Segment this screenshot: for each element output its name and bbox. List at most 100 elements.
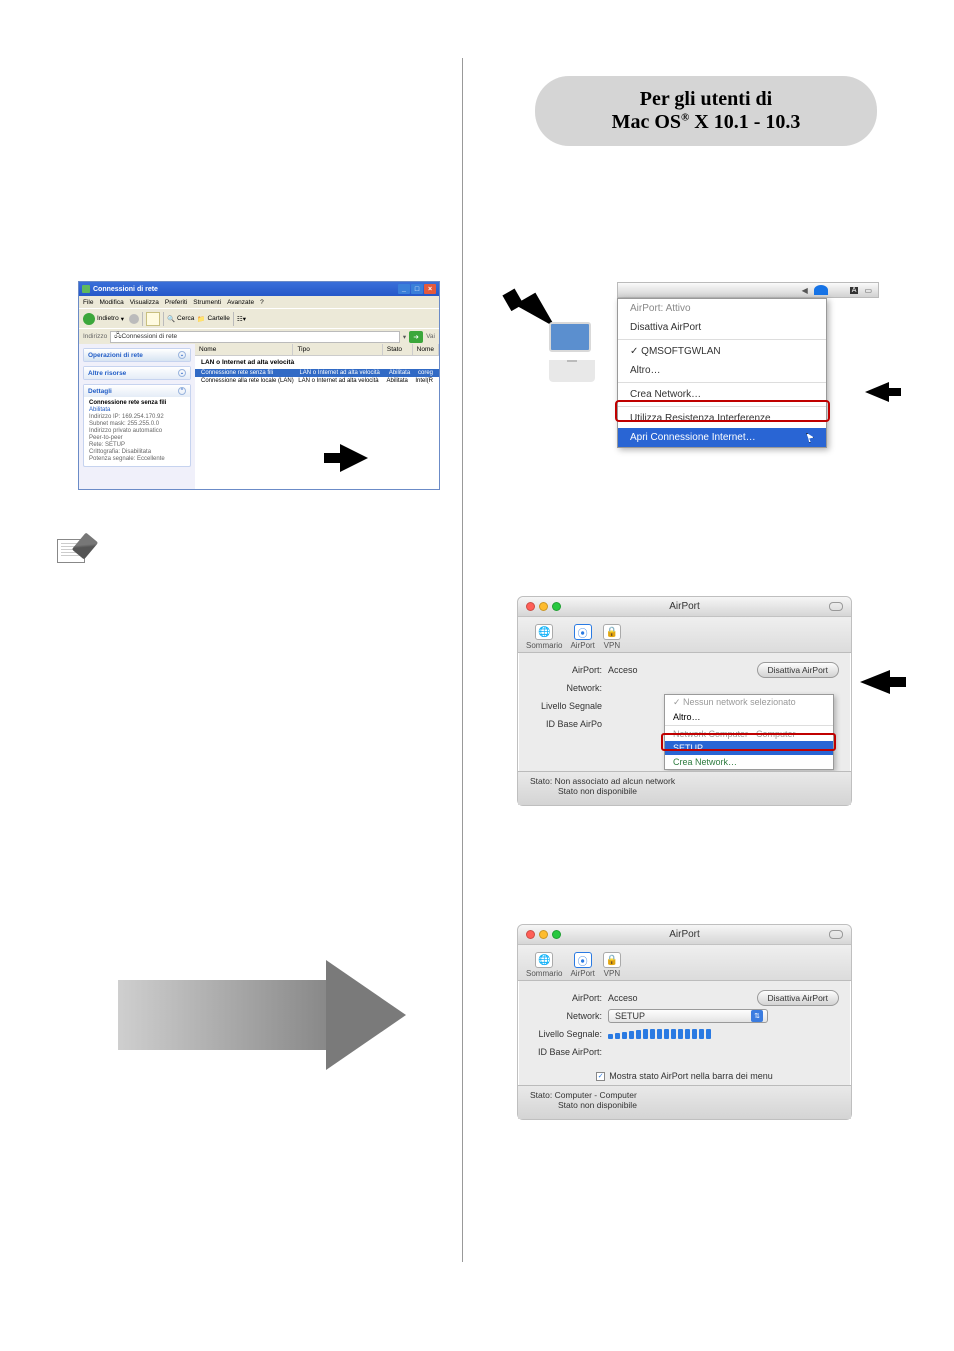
status-line2: Stato non disponibile	[558, 786, 637, 796]
dialog-toolbar: 🌐Sommario ⦿AirPort 🔒VPN	[518, 945, 851, 981]
dialog-titlebar[interactable]: AirPort	[518, 597, 851, 617]
dialog-titlebar[interactable]: AirPort	[518, 925, 851, 945]
back-button[interactable]: Indietro ▾	[83, 313, 124, 325]
status-line2: Stato non disponibile	[558, 1100, 637, 1110]
dialog-title: AirPort	[518, 601, 851, 612]
airport-menu[interactable]: AirPort: Attivo Disattiva AirPort QMSOFT…	[617, 298, 827, 448]
tab-sommario[interactable]: 🌐Sommario	[526, 624, 562, 652]
list-view[interactable]: Nome Tipo Stato Nome LAN o Internet ad a…	[195, 344, 439, 489]
column-headers[interactable]: Nome Tipo Stato Nome	[195, 344, 439, 356]
network-label: Network:	[530, 1011, 608, 1021]
lock-icon: 🔒	[603, 624, 621, 640]
menu-file[interactable]: File	[83, 299, 93, 306]
details-auto: Indirizzo privato automatico	[89, 428, 185, 434]
menu-create-network[interactable]: Crea Network…	[665, 755, 833, 769]
column-divider	[462, 58, 463, 1262]
col-device[interactable]: Nome	[413, 344, 439, 355]
tab-airport[interactable]: ⦿AirPort	[570, 952, 594, 980]
menu-network-item[interactable]: QMSOFTGWLAN	[618, 342, 826, 361]
mac-menubar[interactable]: ◀ A ▭	[617, 282, 879, 298]
menu-edit[interactable]: Modifica	[99, 299, 123, 306]
tab-vpn[interactable]: 🔒VPN	[603, 952, 621, 980]
airport-value: Acceso	[608, 665, 757, 675]
menu-tools[interactable]: Strumenti	[193, 299, 221, 306]
tab-vpn[interactable]: 🔒VPN	[603, 624, 621, 652]
connection-row-wireless[interactable]: Connessione rete senza fili LAN o Intern…	[195, 369, 439, 377]
tab-sommario[interactable]: 🌐Sommario	[526, 952, 562, 980]
menu-status: AirPort: Attivo	[618, 299, 826, 318]
address-bar: Indirizzo 🖧 Connessioni di rete ▾ ➔ Vai	[79, 328, 439, 344]
network-value: SETUP	[615, 1011, 645, 1021]
menu-other[interactable]: Altro…	[665, 710, 833, 724]
menu-help[interactable]: ?	[260, 299, 264, 306]
menu-disable-airport[interactable]: Disattiva AirPort	[618, 318, 826, 337]
airport-label: AirPort:	[530, 993, 608, 1003]
toolbar: Indietro ▾ 🔍 Cerca 📁 Cartelle ☷▾	[79, 308, 439, 328]
dialog-toolbar: 🌐Sommario ⦿AirPort 🔒VPN	[518, 617, 851, 653]
keyboard-icon[interactable]: A	[850, 287, 859, 294]
sound-icon[interactable]: ◀	[802, 286, 808, 295]
status-label: Stato:	[530, 776, 552, 786]
network-dropdown-menu[interactable]: Nessun network selezionato Altro… Networ…	[664, 694, 834, 770]
menu-open-internet-connect[interactable]: Apri Connessione Internet…	[618, 428, 826, 447]
chevron-icon[interactable]: ⌄	[178, 369, 186, 377]
chevron-updown-icon: ⇅	[751, 1010, 763, 1022]
mac-airport-menu-scene: ◀ A ▭ AirPort: Attivo Disattiva AirPort …	[509, 282, 879, 442]
header-line1: Per gli utenti di	[640, 88, 772, 111]
details-state: Abilitata	[89, 407, 185, 413]
forward-button[interactable]	[129, 314, 139, 324]
go-label: Vai	[426, 333, 435, 340]
callout-arrow-icon	[340, 444, 368, 472]
base-id-label: ID Base AirPort:	[530, 1047, 608, 1057]
minimize-button[interactable]: _	[398, 284, 410, 294]
folders-button[interactable]: 📁 Cartelle	[197, 315, 230, 323]
connection-row-lan[interactable]: Connessione alla rete locale (LAN) LAN o…	[195, 377, 439, 385]
note-icon	[57, 535, 93, 565]
views-button[interactable]: ☷▾	[237, 315, 246, 323]
menu-advanced[interactable]: Avanzate	[227, 299, 254, 306]
details-ip: Indirizzo IP: 169.254.170.92	[89, 414, 185, 420]
menu-bar[interactable]: File Modifica Visualizza Preferiti Strum…	[79, 296, 439, 308]
network-select[interactable]: SETUP ⇅	[608, 1009, 768, 1023]
panel-details: Dettagli⌃ Connessione rete senza fili Ab…	[83, 384, 191, 467]
airport-menubar-icon[interactable]	[814, 285, 828, 295]
col-type[interactable]: Tipo	[293, 344, 382, 355]
menu-other[interactable]: Altro…	[618, 361, 826, 380]
section-header: Per gli utenti di Mac OS® X 10.1 - 10.3	[535, 76, 877, 146]
airport-label: AirPort:	[530, 665, 608, 675]
window-titlebar[interactable]: Connessioni di rete _ □ ×	[79, 282, 439, 296]
up-button[interactable]	[146, 312, 160, 326]
cursor-icon	[806, 433, 814, 443]
address-field[interactable]: 🖧 Connessioni di rete	[110, 331, 400, 343]
callout-arrow-icon	[865, 382, 889, 402]
network-label: Network:	[530, 683, 608, 693]
col-name[interactable]: Nome	[195, 344, 293, 355]
menu-view[interactable]: Visualizza	[130, 299, 159, 306]
tab-airport[interactable]: ⦿AirPort	[570, 624, 594, 652]
details-peer: Peer-to-peer	[89, 435, 185, 441]
status-bar: Stato: Non associato ad alcun network St…	[518, 771, 851, 805]
maximize-button[interactable]: □	[411, 284, 423, 294]
menu-none-selected: Nessun network selezionato	[665, 695, 833, 710]
back-icon	[83, 313, 95, 325]
disable-airport-button[interactable]: Disattiva AirPort	[757, 990, 839, 1006]
address-label: Indirizzo	[83, 333, 107, 340]
search-button[interactable]: 🔍 Cerca	[167, 315, 194, 323]
lock-icon: 🔒	[603, 952, 621, 968]
col-state[interactable]: Stato	[383, 344, 413, 355]
close-button[interactable]: ×	[424, 284, 436, 294]
panel-network-ops[interactable]: Operazioni di rete⌄	[83, 348, 191, 362]
menu-favorites[interactable]: Preferiti	[165, 299, 187, 306]
toolbar-toggle-button[interactable]	[829, 930, 843, 939]
show-in-menubar-checkbox[interactable]: ✓	[596, 1072, 605, 1081]
status-line1: Non associato ad alcun network	[555, 776, 676, 786]
go-button[interactable]: ➔	[409, 331, 423, 343]
toolbar-toggle-button[interactable]	[829, 602, 843, 611]
panel-other-resources[interactable]: Altre risorse⌄	[83, 366, 191, 380]
battery-icon[interactable]: ▭	[864, 286, 872, 295]
chevron-icon[interactable]: ⌃	[178, 387, 186, 395]
disable-airport-button[interactable]: Disattiva AirPort	[757, 662, 839, 678]
chevron-icon[interactable]: ⌄	[178, 351, 186, 359]
header-line2: Mac OS® X 10.1 - 10.3	[612, 111, 801, 134]
windows-network-connections-window: Connessioni di rete _ □ × File Modifica …	[78, 281, 440, 490]
